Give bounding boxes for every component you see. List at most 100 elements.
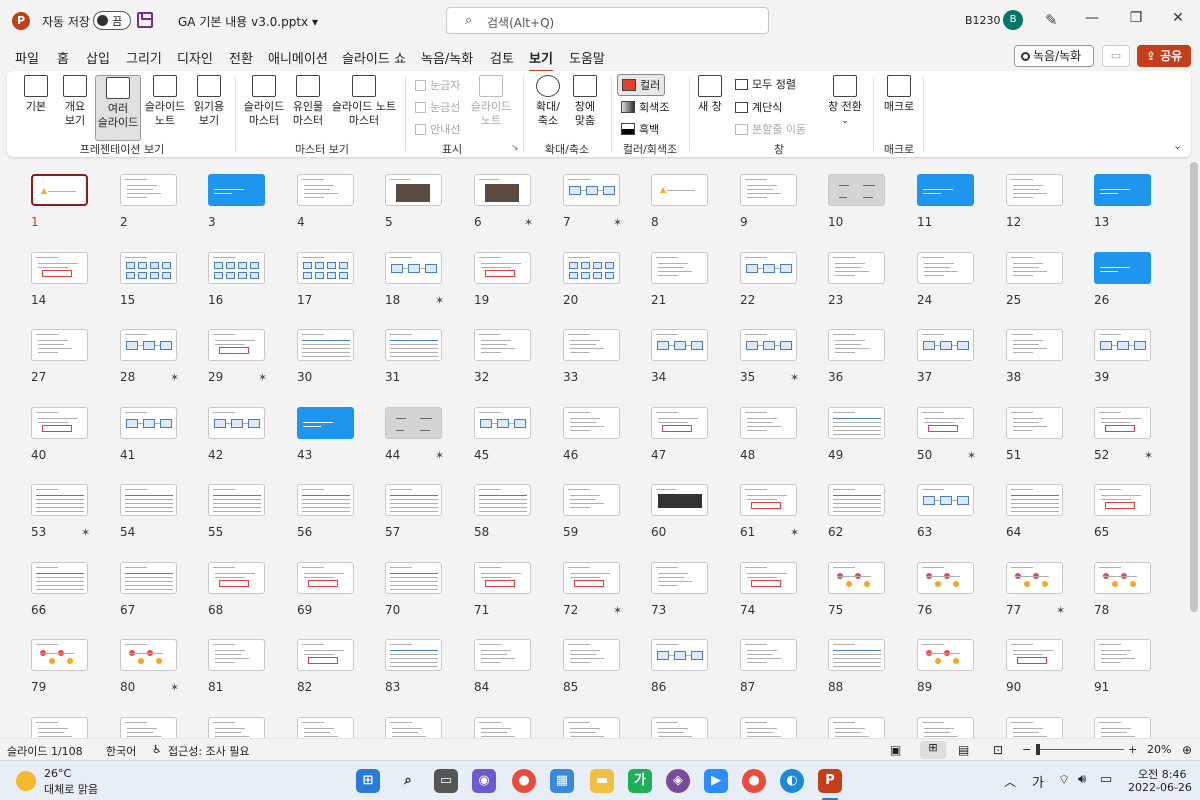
clock-date[interactable]: 2022-06-26 [1128, 781, 1192, 794]
zoom-in-button[interactable]: + [1128, 743, 1137, 756]
zoom-app-icon[interactable]: ▶ [704, 769, 728, 793]
slide-thumbnail[interactable] [385, 717, 442, 738]
zoom-out-button[interactable]: − [1022, 743, 1031, 756]
fit-to-window-button[interactable]: 창에 맞춤 [569, 75, 601, 128]
slide-thumbnail[interactable] [31, 252, 88, 284]
normal-view-icon[interactable]: ▣ [890, 743, 901, 757]
slide-thumbnail[interactable] [31, 639, 88, 671]
guides-checkbox[interactable]: 안내선 [415, 121, 460, 137]
slide-thumbnail[interactable] [1006, 484, 1063, 516]
animation-star-icon[interactable]: ✶ [435, 449, 444, 462]
slide-thumbnail[interactable] [651, 639, 708, 671]
reading-view-icon[interactable]: ▤ [958, 743, 969, 757]
slide-thumbnail[interactable] [208, 484, 265, 516]
slide-thumbnail[interactable] [1006, 252, 1063, 284]
slide-thumbnail[interactable] [828, 174, 885, 206]
close-button[interactable]: ✕ [1168, 10, 1188, 26]
slide-thumbnail[interactable] [297, 407, 354, 439]
slide-thumbnail[interactable] [1094, 329, 1151, 361]
task-view-icon[interactable]: ▭ [434, 769, 458, 793]
slide-thumbnail[interactable] [385, 174, 442, 206]
app-icon[interactable]: ◈ [666, 769, 690, 793]
slide-thumbnail[interactable] [1094, 639, 1151, 671]
slide-thumbnail[interactable] [828, 484, 885, 516]
slide-thumbnail[interactable] [1094, 252, 1151, 284]
slide-thumbnail[interactable] [917, 252, 974, 284]
animation-star-icon[interactable]: ✶ [790, 371, 799, 384]
slide-thumbnail[interactable] [651, 562, 708, 594]
slideshow-icon[interactable]: ⊡ [993, 743, 1003, 757]
show-notes-button[interactable]: 슬라이드 노트 [469, 75, 513, 128]
slide-thumbnail[interactable] [385, 407, 442, 439]
language-indicator[interactable]: 한국어 [106, 743, 136, 759]
clock-time[interactable]: 오전 8:46 [1138, 766, 1186, 782]
comments-button[interactable]: ▭ [1102, 45, 1130, 67]
slide-thumbnail[interactable] [208, 562, 265, 594]
handout-master-button[interactable]: 유인물 마스터 [290, 75, 326, 128]
zoom-slider[interactable] [1036, 749, 1124, 750]
fit-slide-icon[interactable]: ⊕ [1182, 743, 1192, 757]
slide-thumbnail[interactable] [563, 252, 620, 284]
tab-transitions[interactable]: 전환 [229, 48, 253, 67]
slide-master-button[interactable]: 슬라이드 마스터 [241, 75, 287, 128]
slide-thumbnail[interactable] [31, 562, 88, 594]
edge-icon[interactable]: ◐ [780, 769, 804, 793]
animation-star-icon[interactable]: ✶ [790, 526, 799, 539]
slide-thumbnail[interactable] [1006, 407, 1063, 439]
slide-thumbnail[interactable] [1006, 562, 1063, 594]
arrange-all-button[interactable]: 모두 정렬 [735, 76, 796, 92]
slide-thumbnail[interactable] [917, 329, 974, 361]
slide-thumbnail[interactable] [385, 252, 442, 284]
vertical-scrollbar[interactable] [1190, 162, 1198, 612]
slide-thumbnail[interactable] [651, 329, 708, 361]
ime-app-icon[interactable]: 가 [628, 769, 652, 793]
slide-thumbnail[interactable] [1094, 562, 1151, 594]
outline-view-button[interactable]: 개요 보기 [58, 75, 92, 128]
slide-thumbnail[interactable] [208, 407, 265, 439]
slide-thumbnail[interactable] [740, 174, 797, 206]
slide-thumbnail[interactable] [474, 329, 531, 361]
animation-star-icon[interactable]: ✶ [524, 216, 533, 229]
color-button[interactable]: 컬러 [617, 74, 666, 96]
slide-thumbnail[interactable] [563, 639, 620, 671]
slide-thumbnail[interactable] [120, 407, 177, 439]
gridlines-checkbox[interactable]: 눈금선 [415, 99, 460, 115]
slide-thumbnail[interactable] [917, 639, 974, 671]
slide-thumbnail[interactable] [651, 717, 708, 738]
slide-thumbnail[interactable] [297, 717, 354, 738]
file-explorer-icon[interactable]: ▬ [590, 769, 614, 793]
zoom-button[interactable]: 확대/ 축소 [531, 75, 565, 128]
slide-thumbnail[interactable] [563, 562, 620, 594]
wifi-icon[interactable]: ⌔ [1058, 772, 1070, 788]
collapse-ribbon-icon[interactable]: ⌄ [1173, 139, 1182, 152]
slide-thumbnail[interactable] [917, 484, 974, 516]
slide-thumbnail[interactable] [31, 329, 88, 361]
slide-thumbnail[interactable] [1094, 484, 1151, 516]
slide-thumbnail[interactable] [917, 562, 974, 594]
slide-thumbnail[interactable] [31, 717, 88, 738]
minimize-button[interactable]: — [1082, 10, 1102, 26]
dialog-launcher-icon[interactable]: ↘ [511, 143, 519, 153]
tab-draw[interactable]: 그리기 [126, 48, 162, 67]
slide-thumbnail[interactable] [563, 174, 620, 206]
slide-thumbnail[interactable] [1094, 717, 1151, 738]
slide-thumbnail[interactable] [208, 252, 265, 284]
save-icon[interactable] [137, 12, 153, 28]
slide-thumbnail[interactable] [563, 407, 620, 439]
slide-thumbnail[interactable] [31, 407, 88, 439]
slide-thumbnail[interactable] [474, 639, 531, 671]
search-icon[interactable]: ⌕ [396, 769, 420, 793]
animation-star-icon[interactable]: ✶ [170, 371, 179, 384]
slide-thumbnail[interactable] [297, 639, 354, 671]
slide-thumbnail[interactable] [1006, 174, 1063, 206]
tab-animations[interactable]: 애니메이션 [268, 48, 328, 67]
slide-thumbnail[interactable] [828, 407, 885, 439]
slide-thumbnail[interactable] [297, 174, 354, 206]
grayscale-button[interactable]: 회색조 [621, 99, 669, 115]
slide-thumbnail[interactable] [563, 329, 620, 361]
slide-thumbnail[interactable] [208, 639, 265, 671]
slide-thumbnail[interactable] [740, 717, 797, 738]
notes-page-button[interactable]: 슬라이드 노트 [143, 75, 187, 128]
slide-thumbnail[interactable] [120, 717, 177, 738]
tab-review[interactable]: 검토 [490, 48, 514, 67]
